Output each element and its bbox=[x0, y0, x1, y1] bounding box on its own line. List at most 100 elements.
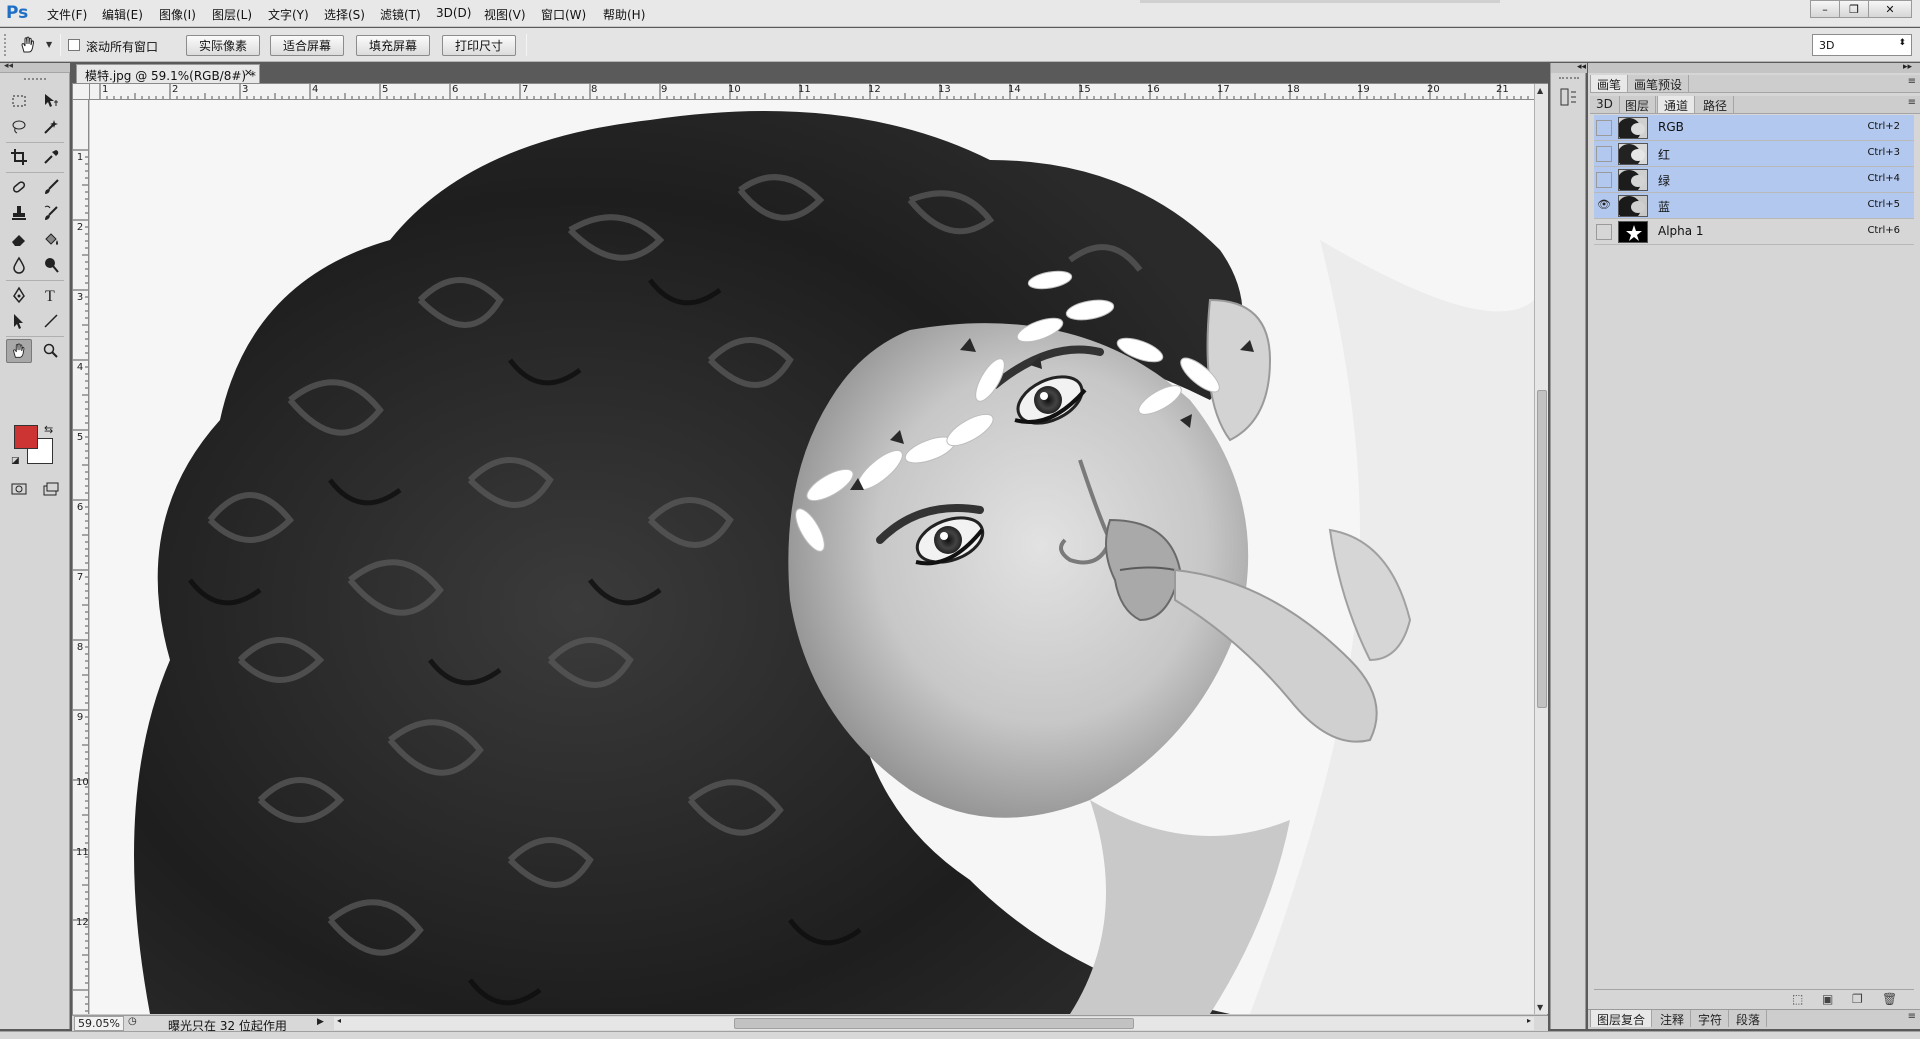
menu-file[interactable]: 文件(F) bbox=[47, 6, 87, 23]
marquee-tool-icon[interactable] bbox=[6, 89, 32, 113]
hand-tool-preset-icon[interactable] bbox=[18, 35, 40, 55]
horizontal-scrollbar[interactable]: ◂ ▸ bbox=[334, 1016, 1534, 1030]
scroll-left-icon[interactable]: ◂ bbox=[337, 1016, 341, 1025]
new-channel-icon[interactable]: ❐ bbox=[1852, 992, 1863, 1006]
workspace-select[interactable]: 3D ⬍ bbox=[1812, 34, 1912, 56]
menu-layer[interactable]: 图层(L) bbox=[212, 6, 252, 23]
save-selection-icon[interactable]: ▣ bbox=[1822, 992, 1833, 1006]
options-bar-grip[interactable] bbox=[4, 34, 8, 56]
tab-channels[interactable]: 通道 bbox=[1657, 96, 1696, 113]
load-selection-icon[interactable]: ⬚ bbox=[1792, 992, 1803, 1006]
channel-row-rgb[interactable]: RGB Ctrl+2 bbox=[1594, 115, 1914, 141]
chevron-down-icon[interactable]: ▼ bbox=[46, 40, 52, 49]
panel-menu-icon[interactable]: ≡ bbox=[1908, 1011, 1916, 1022]
minimize-button[interactable]: – bbox=[1810, 0, 1840, 18]
document-tab[interactable]: 模特.jpg @ 59.1%(RGB/8#) * × bbox=[76, 64, 260, 83]
tab-layers[interactable]: 图层 bbox=[1619, 96, 1657, 113]
vertical-scrollbar[interactable]: ▲ ▼ bbox=[1534, 84, 1548, 1014]
screen-mode-icon[interactable] bbox=[38, 477, 64, 501]
foreground-color-swatch[interactable] bbox=[14, 425, 38, 449]
pen-tool-icon[interactable] bbox=[6, 283, 32, 307]
move-tool-icon[interactable] bbox=[38, 89, 64, 113]
path-selection-tool-icon[interactable] bbox=[6, 309, 32, 333]
actual-pixels-button[interactable]: 实际像素 bbox=[186, 35, 260, 56]
tab-brush[interactable]: 画笔 bbox=[1590, 75, 1629, 92]
close-icon[interactable]: × bbox=[244, 66, 253, 79]
dodge-tool-icon[interactable] bbox=[38, 253, 64, 277]
horizontal-scroll-thumb[interactable] bbox=[734, 1018, 1134, 1029]
visibility-toggle[interactable] bbox=[1596, 120, 1612, 136]
menu-image[interactable]: 图像(I) bbox=[159, 6, 196, 23]
vertical-scroll-thumb[interactable] bbox=[1537, 390, 1547, 708]
tab-brush-presets[interactable]: 画笔预设 bbox=[1628, 75, 1690, 92]
image-canvas[interactable] bbox=[90, 100, 1534, 1014]
history-panel-icon[interactable] bbox=[1559, 87, 1581, 109]
scroll-all-windows-checkbox[interactable] bbox=[68, 39, 80, 51]
visibility-toggle[interactable] bbox=[1596, 224, 1612, 240]
ruler-origin[interactable] bbox=[73, 84, 90, 100]
type-tool-icon[interactable]: T bbox=[38, 283, 64, 307]
line-tool-icon[interactable] bbox=[38, 309, 64, 333]
tab-paths[interactable]: 路径 bbox=[1697, 96, 1735, 113]
menu-select[interactable]: 选择(S) bbox=[324, 6, 365, 23]
collapse-icon[interactable]: ◂◂ bbox=[4, 61, 13, 71]
channel-row-alpha-1[interactable]: Alpha 1 Ctrl+6 bbox=[1594, 219, 1914, 245]
horizontal-ruler[interactable]: 1 2 3 4 5 6 7 8 9 10 11 12 13 14 15 16 1… bbox=[90, 84, 1534, 100]
expand-icon[interactable]: ◂◂ bbox=[1551, 63, 1587, 73]
visibility-toggle[interactable] bbox=[1596, 172, 1612, 188]
fit-screen-button[interactable]: 适合屏幕 bbox=[270, 35, 344, 56]
restore-button[interactable]: ❐ bbox=[1839, 0, 1869, 18]
paint-bucket-tool-icon[interactable] bbox=[38, 227, 64, 251]
vertical-ruler[interactable]: 1 2 3 4 5 6 7 8 9 10 11 12 bbox=[73, 100, 89, 1014]
close-button[interactable]: ✕ bbox=[1868, 0, 1912, 18]
zoom-tool-icon[interactable] bbox=[38, 339, 64, 363]
eraser-tool-icon[interactable] bbox=[6, 227, 32, 251]
lasso-tool-icon[interactable] bbox=[6, 115, 32, 139]
zoom-level-field[interactable]: 59.05% bbox=[74, 1016, 124, 1031]
channel-row-blue[interactable]: 👁 蓝 Ctrl+5 bbox=[1594, 193, 1914, 219]
panel-menu-icon[interactable]: ≡ bbox=[1908, 76, 1916, 87]
fill-screen-button[interactable]: 填充屏幕 bbox=[356, 35, 430, 56]
tab-paragraph[interactable]: 段落 bbox=[1730, 1010, 1768, 1027]
status-menu-icon[interactable]: ▶ bbox=[317, 1017, 324, 1027]
clone-stamp-tool-icon[interactable] bbox=[6, 201, 32, 225]
eye-icon[interactable]: 👁 bbox=[1596, 198, 1612, 214]
trash-icon[interactable]: 🗑 bbox=[1882, 992, 1897, 1006]
quick-mask-icon[interactable] bbox=[6, 477, 32, 501]
blur-tool-icon[interactable] bbox=[6, 253, 32, 277]
tab-3d[interactable]: 3D bbox=[1590, 96, 1620, 113]
menu-3d[interactable]: 3D(D) bbox=[436, 6, 471, 20]
visibility-toggle[interactable] bbox=[1596, 146, 1612, 162]
default-colors-icon[interactable]: ◪ bbox=[11, 456, 20, 466]
tab-layer-comps[interactable]: 图层复合 bbox=[1590, 1010, 1653, 1027]
collapse-icon[interactable]: ▸▸ bbox=[1588, 63, 1920, 73]
menu-window[interactable]: 窗口(W) bbox=[541, 6, 586, 23]
history-brush-tool-icon[interactable] bbox=[38, 201, 64, 225]
scroll-up-icon[interactable]: ▲ bbox=[1537, 86, 1543, 95]
channel-row-red[interactable]: 红 Ctrl+3 bbox=[1594, 141, 1914, 167]
crop-tool-icon[interactable] bbox=[6, 145, 32, 169]
panel-grip[interactable] bbox=[1559, 77, 1579, 79]
document-info-icon[interactable]: ◷ bbox=[128, 1016, 137, 1027]
healing-brush-tool-icon[interactable] bbox=[6, 175, 32, 199]
tab-character[interactable]: 字符 bbox=[1692, 1010, 1730, 1027]
tools-panel-header[interactable]: ◂◂ bbox=[0, 61, 70, 73]
menu-filter[interactable]: 滤镜(T) bbox=[380, 6, 421, 23]
menu-view[interactable]: 视图(V) bbox=[484, 6, 526, 23]
tab-notes[interactable]: 注释 bbox=[1654, 1010, 1692, 1027]
brush-tool-icon[interactable] bbox=[38, 175, 64, 199]
magic-wand-tool-icon[interactable] bbox=[38, 115, 64, 139]
menu-help[interactable]: 帮助(H) bbox=[603, 6, 645, 23]
hand-tool-icon[interactable] bbox=[6, 339, 32, 363]
eyedropper-tool-icon[interactable] bbox=[38, 145, 64, 169]
menu-type[interactable]: 文字(Y) bbox=[268, 6, 309, 23]
tools-grip[interactable] bbox=[24, 78, 46, 80]
scroll-right-icon[interactable]: ▸ bbox=[1527, 1016, 1531, 1025]
menu-edit[interactable]: 编辑(E) bbox=[102, 6, 143, 23]
print-size-button[interactable]: 打印尺寸 bbox=[442, 35, 516, 56]
ruler-label: 11 bbox=[76, 847, 89, 858]
swap-colors-icon[interactable]: ⇆ bbox=[44, 423, 53, 436]
channel-row-green[interactable]: 绿 Ctrl+4 bbox=[1594, 167, 1914, 193]
scroll-down-icon[interactable]: ▼ bbox=[1537, 1003, 1543, 1012]
panel-menu-icon[interactable]: ≡ bbox=[1908, 97, 1916, 108]
